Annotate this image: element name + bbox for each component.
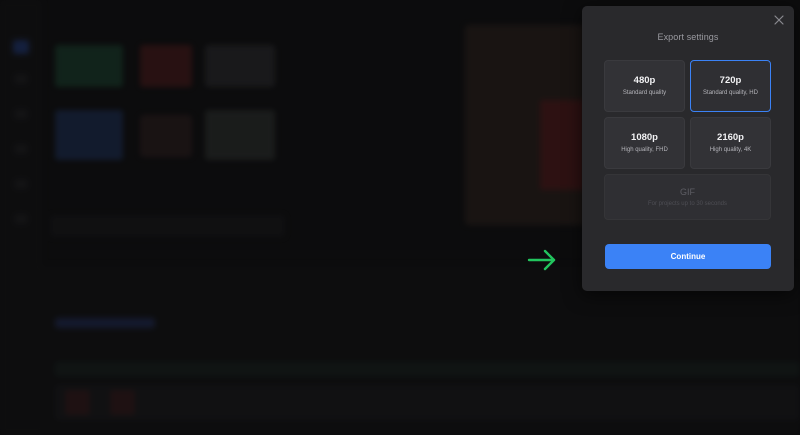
option-resolution: GIF	[680, 187, 695, 197]
option-resolution: 2160p	[717, 132, 744, 143]
option-quality: Standard quality, HD	[703, 90, 758, 96]
arrow-right-icon	[527, 249, 556, 271]
option-quality: For projects up to 30 seconds	[647, 201, 728, 207]
option-resolution: 480p	[633, 75, 656, 86]
option-quality: High quality, FHD	[621, 147, 668, 153]
continue-button[interactable]: Continue	[605, 244, 771, 269]
option-1080p[interactable]: 1080p High quality, FHD	[604, 117, 685, 169]
close-icon[interactable]	[773, 14, 785, 26]
dialog-title: Export settings	[657, 32, 719, 42]
option-720p[interactable]: 720p Standard quality, HD	[690, 60, 771, 112]
option-480p[interactable]: 480p Standard quality	[604, 60, 685, 112]
option-2160p[interactable]: 2160p High quality, 4K	[690, 117, 771, 169]
option-quality: Standard quality	[622, 90, 667, 96]
option-gif: GIF For projects up to 30 seconds	[604, 174, 771, 220]
option-quality: High quality, 4K	[709, 147, 752, 153]
option-resolution: 1080p	[631, 132, 658, 143]
option-resolution: 720p	[719, 75, 742, 86]
export-settings-dialog: Export settings 480p Standard quality 72…	[582, 6, 794, 291]
